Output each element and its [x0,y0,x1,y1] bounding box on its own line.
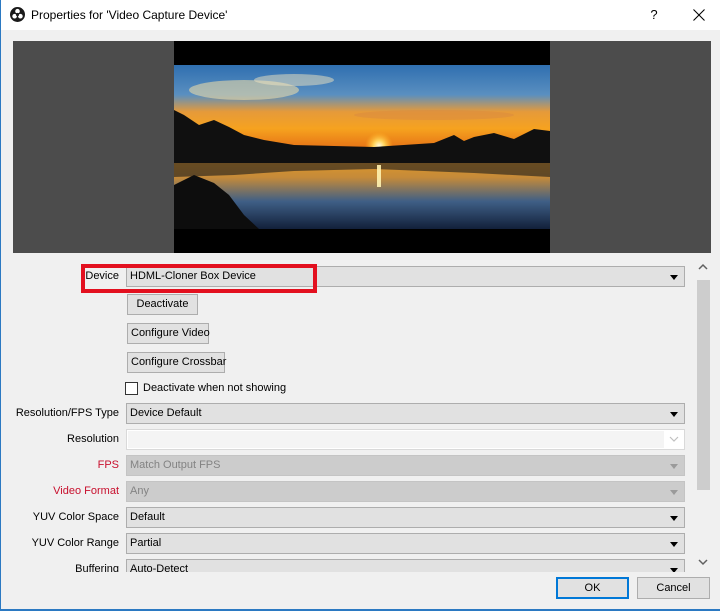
title-bar: Properties for 'Video Capture Device' ? [1,0,720,30]
resolution-row: Resolution [1,429,693,451]
device-row: Device HDML-Cloner Box Device [1,266,693,288]
dropdown-arrow-icon [670,568,678,572]
resolution-fps-type-dropdown[interactable]: Device Default [126,403,685,424]
resolution-fps-type-value: Device Default [130,407,202,419]
yuv-color-space-dropdown[interactable]: Default [126,507,685,528]
buffering-label: Buffering [75,563,119,572]
device-dropdown[interactable]: HDML-Cloner Box Device [126,266,685,287]
resolution-input[interactable] [128,431,664,448]
obs-logo-icon [10,7,25,22]
properties-scrollbar[interactable] [695,260,711,570]
dropdown-arrow-icon [670,275,678,280]
properties-panel: Device HDML-Cloner Box Device Deactivate… [1,260,693,572]
fps-value: Match Output FPS [130,459,221,471]
cancel-button[interactable]: Cancel [637,577,710,599]
deactivate-when-not-showing-label: Deactivate when not showing [143,382,287,394]
fps-row: FPS Match Output FPS [1,455,693,477]
chevron-down-icon [698,559,708,566]
device-label: Device [85,270,119,282]
video-format-label: Video Format [53,485,119,497]
scroll-up-button[interactable] [695,260,711,276]
dropdown-arrow-icon [670,516,678,521]
chevron-up-icon [698,263,708,270]
close-icon [693,9,705,21]
resolution-fps-type-row: Resolution/FPS Type Device Default [1,403,693,425]
resolution-combobox[interactable] [126,429,685,450]
resolution-fps-type-label: Resolution/FPS Type [15,407,119,419]
dropdown-arrow-icon [670,490,678,495]
scroll-thumb[interactable] [697,280,710,490]
window-title: Properties for 'Video Capture Device' [31,8,228,22]
help-button[interactable]: ? [641,0,667,30]
ok-button[interactable]: OK [556,577,629,599]
yuv-color-space-row: YUV Color Space Default [1,507,693,529]
configure-crossbar-button[interactable]: Configure Crossbar [127,352,226,373]
fps-label: FPS [97,459,119,471]
resolution-label: Resolution [67,433,119,445]
deactivate-button[interactable]: Deactivate [127,294,198,315]
dropdown-arrow-icon [670,542,678,547]
buffering-value: Auto-Detect [130,563,189,572]
buffering-row: Buffering Auto-Detect [1,559,693,572]
fps-dropdown[interactable]: Match Output FPS [126,455,685,476]
yuv-color-space-label: YUV Color Space [32,511,119,523]
dropdown-arrow-icon [670,412,678,417]
video-format-value: Any [130,485,149,497]
scroll-down-button[interactable] [695,554,711,570]
yuv-color-range-dropdown[interactable]: Partial [126,533,685,554]
device-value: HDML-Cloner Box Device [130,270,256,282]
yuv-color-space-value: Default [130,511,165,523]
close-button[interactable] [681,0,717,30]
properties-dialog: Properties for 'Video Capture Device' ? [0,0,720,611]
video-preview-frame [174,41,550,253]
deactivate-when-not-showing-checkbox[interactable] [125,382,138,395]
sunset-over-lake-image [174,65,550,229]
yuv-color-range-label: YUV Color Range [31,537,119,549]
yuv-color-range-value: Partial [130,537,162,549]
chevron-down-icon [669,436,679,442]
source-preview [13,41,711,253]
dropdown-arrow-icon [670,464,678,469]
buffering-dropdown[interactable]: Auto-Detect [126,559,685,572]
video-format-row: Video Format Any [1,481,693,503]
yuv-color-range-row: YUV Color Range Partial [1,533,693,555]
video-format-dropdown[interactable]: Any [126,481,685,502]
configure-video-button[interactable]: Configure Video [127,323,210,344]
